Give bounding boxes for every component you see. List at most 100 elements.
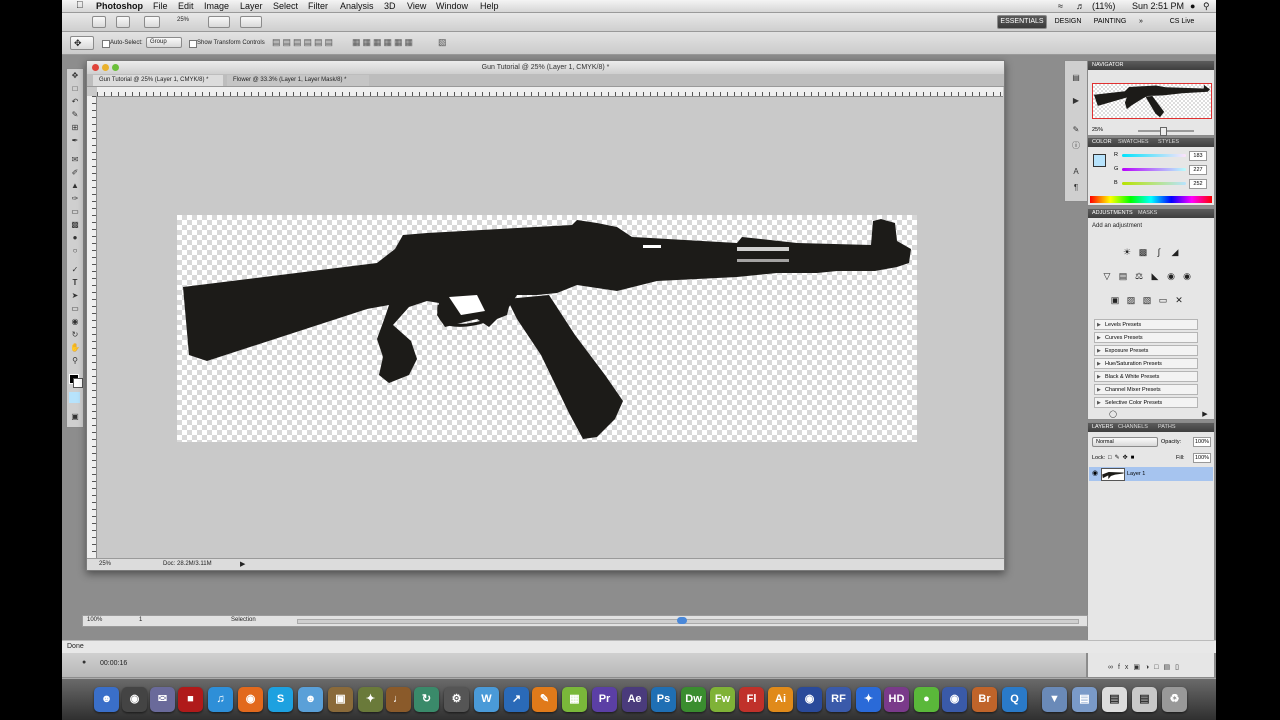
- layer-footer-icons[interactable]: ∞fx▣◑□▤▯: [1108, 663, 1184, 671]
- preset-exposure[interactable]: Exposure Presets: [1094, 345, 1198, 357]
- navigator-zoom-slider-thumb[interactable]: [1160, 127, 1167, 136]
- arrange-documents-button[interactable]: [208, 16, 230, 28]
- navigator-preview[interactable]: [1092, 83, 1212, 119]
- layer-visibility-eye-icon[interactable]: ◉: [1092, 469, 1098, 477]
- fill-field[interactable]: 100%: [1193, 453, 1211, 463]
- menu-help[interactable]: Help: [480, 0, 499, 12]
- gradient-tool-icon[interactable]: ▩: [70, 220, 80, 230]
- recording-stop-icon[interactable]: ●: [82, 659, 86, 666]
- canvas-pasteboard[interactable]: [97, 97, 995, 559]
- menu-edit[interactable]: Edit: [178, 0, 194, 12]
- path-selection-tool-icon[interactable]: ➤: [70, 291, 80, 301]
- acrobat-icon[interactable]: ■: [178, 687, 203, 712]
- downloads-folder-icon[interactable]: ▼: [1042, 687, 1067, 712]
- quick-mask-icon[interactable]: ▣: [70, 412, 80, 422]
- history-panel-icon[interactable]: ▤: [1071, 73, 1081, 83]
- current-color-swatch[interactable]: [69, 392, 80, 403]
- launch-mini-bridge-button[interactable]: [116, 16, 130, 28]
- brush-tool-icon[interactable]: ✐: [70, 168, 80, 178]
- blend-mode-select[interactable]: Normal: [1092, 437, 1158, 447]
- tab-paths[interactable]: PATHS: [1158, 423, 1176, 432]
- hand-tool-icon[interactable]: ✋: [70, 343, 80, 353]
- hue-saturation-icon[interactable]: ▤: [1118, 271, 1128, 281]
- xcode-icon[interactable]: ✦: [856, 687, 881, 712]
- auto-select-checkbox[interactable]: [102, 40, 110, 48]
- preset-levels[interactable]: Levels Presets: [1094, 319, 1198, 331]
- minimize-window-button[interactable]: [102, 64, 109, 71]
- dictionary-icon[interactable]: ✦: [358, 687, 383, 712]
- threshold-icon[interactable]: ▧: [1142, 295, 1152, 305]
- close-window-button[interactable]: [92, 64, 99, 71]
- ichat-icon[interactable]: ☻: [298, 687, 323, 712]
- launch-bridge-button[interactable]: [92, 16, 106, 28]
- black-white-icon[interactable]: ◣: [1150, 271, 1160, 281]
- navigator-tab[interactable]: NAVIGATOR: [1092, 61, 1123, 70]
- itunes-icon[interactable]: ♫: [208, 687, 233, 712]
- history-brush-tool-icon[interactable]: ✑: [70, 194, 80, 204]
- type-tool-icon[interactable]: T: [70, 278, 80, 288]
- menu-analysis[interactable]: Analysis: [340, 0, 374, 12]
- dreamweaver-icon[interactable]: Dw: [681, 687, 706, 712]
- rf4-icon[interactable]: RF: [826, 687, 851, 712]
- tab-flower[interactable]: Flower @ 33.3% (Layer 1, Layer Mask/8) *: [227, 75, 369, 86]
- time-machine-icon[interactable]: ↻: [414, 687, 439, 712]
- app-store-icon[interactable]: W: [474, 687, 499, 712]
- app-menu[interactable]: Photoshop: [96, 0, 143, 12]
- preset-black-white[interactable]: Black & White Presets: [1094, 371, 1198, 383]
- preset-selective-color[interactable]: Selective Color Presets: [1094, 397, 1198, 409]
- zoom-window-button[interactable]: [112, 64, 119, 71]
- bridge-icon[interactable]: Br: [972, 687, 997, 712]
- photoshop-icon[interactable]: Ps: [651, 687, 676, 712]
- photo-filter-icon[interactable]: ◉: [1166, 271, 1176, 281]
- status-green-icon[interactable]: ●: [914, 687, 939, 712]
- after-effects-icon[interactable]: Ae: [622, 687, 647, 712]
- tab-color[interactable]: COLOR: [1092, 138, 1112, 147]
- brightness-contrast-icon[interactable]: ☀: [1122, 247, 1132, 257]
- preview-icon[interactable]: ↗: [504, 687, 529, 712]
- marquee-tool-icon[interactable]: □: [70, 84, 80, 94]
- menu-layer[interactable]: Layer: [240, 0, 263, 12]
- numbers-icon[interactable]: ▦: [562, 687, 587, 712]
- channel-b-slider[interactable]: [1122, 182, 1186, 185]
- crop-tool-icon[interactable]: ⊞: [70, 123, 80, 133]
- channel-g-slider[interactable]: [1122, 168, 1186, 171]
- invert-icon[interactable]: ▣: [1110, 295, 1120, 305]
- spotlight-icon[interactable]: ⚲: [1203, 0, 1210, 12]
- 3d-rotate-tool-icon[interactable]: ◉: [70, 317, 80, 327]
- view-extras-button[interactable]: [144, 16, 160, 28]
- status-doc-size[interactable]: Doc: 28.2M/3.11M: [163, 561, 212, 567]
- preset-hue-saturation[interactable]: Hue/Saturation Presets: [1094, 358, 1198, 370]
- more-workspaces-button[interactable]: »: [1134, 16, 1148, 28]
- cs-live-button[interactable]: CS Live: [1159, 16, 1205, 28]
- vertical-ruler[interactable]: [87, 96, 97, 558]
- user-icon[interactable]: ●: [1190, 0, 1195, 12]
- illustrator-icon[interactable]: Ai: [768, 687, 793, 712]
- move-tool-icon[interactable]: ✥: [70, 71, 80, 81]
- character-panel-icon[interactable]: A: [1071, 167, 1081, 177]
- pen-tool-icon[interactable]: ✓: [70, 265, 80, 275]
- preset-curves[interactable]: Curves Presets: [1094, 332, 1198, 344]
- horizontal-scrollbar[interactable]: [297, 619, 1079, 624]
- eyedropper-tool-icon[interactable]: ✒: [70, 136, 80, 146]
- tab-swatches[interactable]: SWATCHES: [1118, 138, 1149, 147]
- bridge-globe-icon[interactable]: ◉: [797, 687, 822, 712]
- channel-r-slider[interactable]: [1122, 154, 1186, 157]
- layer-name[interactable]: Layer 1: [1127, 471, 1145, 477]
- finder-icon[interactable]: ☻: [94, 687, 119, 712]
- lock-icons[interactable]: □✎✥■: [1108, 454, 1137, 461]
- navigator-zoom[interactable]: 25%: [1092, 127, 1103, 133]
- workspace-design[interactable]: DESIGN: [1052, 16, 1084, 28]
- paragraph-panel-icon[interactable]: ¶: [1071, 183, 1081, 193]
- curves-icon[interactable]: ∫: [1154, 247, 1164, 257]
- actions-panel-icon[interactable]: ▶: [1071, 96, 1081, 106]
- eraser-tool-icon[interactable]: ▭: [70, 207, 80, 217]
- flash-icon[interactable]: Fl: [739, 687, 764, 712]
- info-panel-icon[interactable]: ⓘ: [1071, 141, 1081, 151]
- zoom-level-select[interactable]: 25%: [177, 17, 189, 23]
- tab-channels[interactable]: CHANNELS: [1118, 423, 1148, 432]
- vibrance-icon[interactable]: ▽: [1102, 271, 1112, 281]
- levels-icon[interactable]: ▩: [1138, 247, 1148, 257]
- fireworks-icon[interactable]: Fw: [710, 687, 735, 712]
- blur-tool-icon[interactable]: ●: [70, 233, 80, 243]
- workspace-painting[interactable]: PAINTING: [1090, 16, 1130, 28]
